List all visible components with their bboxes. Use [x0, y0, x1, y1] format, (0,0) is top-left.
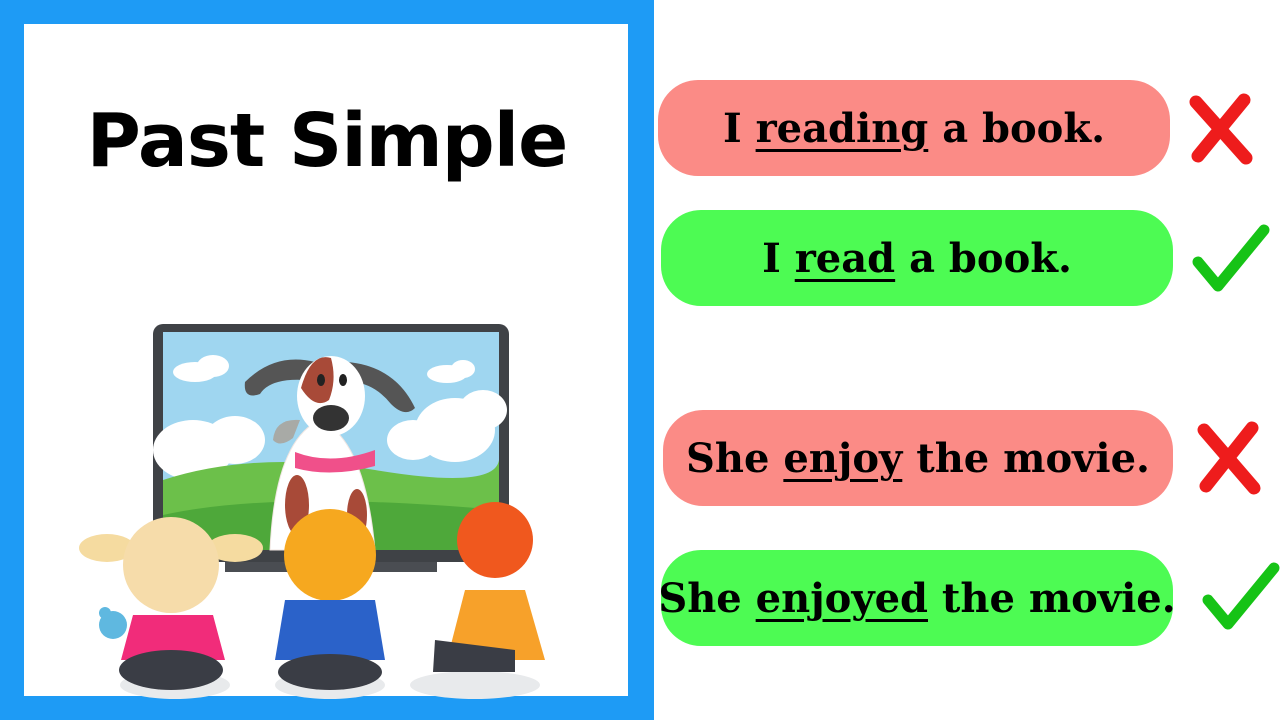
underlined-verb: enjoy: [783, 434, 903, 482]
example-sentence-correct: She enjoyed the movie.: [658, 550, 1176, 646]
page-title: Past Simple: [86, 98, 569, 184]
children-watching-tv-illustration: [79, 324, 545, 699]
underlined-verb: enjoyed: [755, 574, 928, 622]
sentence-text: a book.: [928, 104, 1106, 152]
girl-child: [79, 517, 263, 699]
sentence-text: the movie.: [902, 434, 1150, 482]
sentence-text: She: [686, 434, 784, 482]
sentence-text: She: [658, 574, 756, 622]
sentence-text: I: [722, 104, 756, 152]
underlined-verb: reading: [755, 104, 929, 152]
sentence-text: the movie.: [928, 574, 1176, 622]
sentence-text: a book.: [895, 234, 1072, 282]
cross-mark-icon: [1197, 421, 1261, 495]
boy-child: [275, 509, 385, 699]
example-sentence-incorrect: I reading a book.: [658, 80, 1170, 176]
check-mark-icon: [1202, 562, 1280, 630]
check-mark-icon: [1192, 224, 1270, 292]
underlined-verb: read: [794, 234, 896, 282]
example-sentence-incorrect: She enjoy the movie.: [663, 410, 1173, 506]
example-sentence-correct: I read a book.: [661, 210, 1173, 306]
cross-mark-icon: [1189, 93, 1253, 165]
sentence-text: I: [762, 234, 795, 282]
